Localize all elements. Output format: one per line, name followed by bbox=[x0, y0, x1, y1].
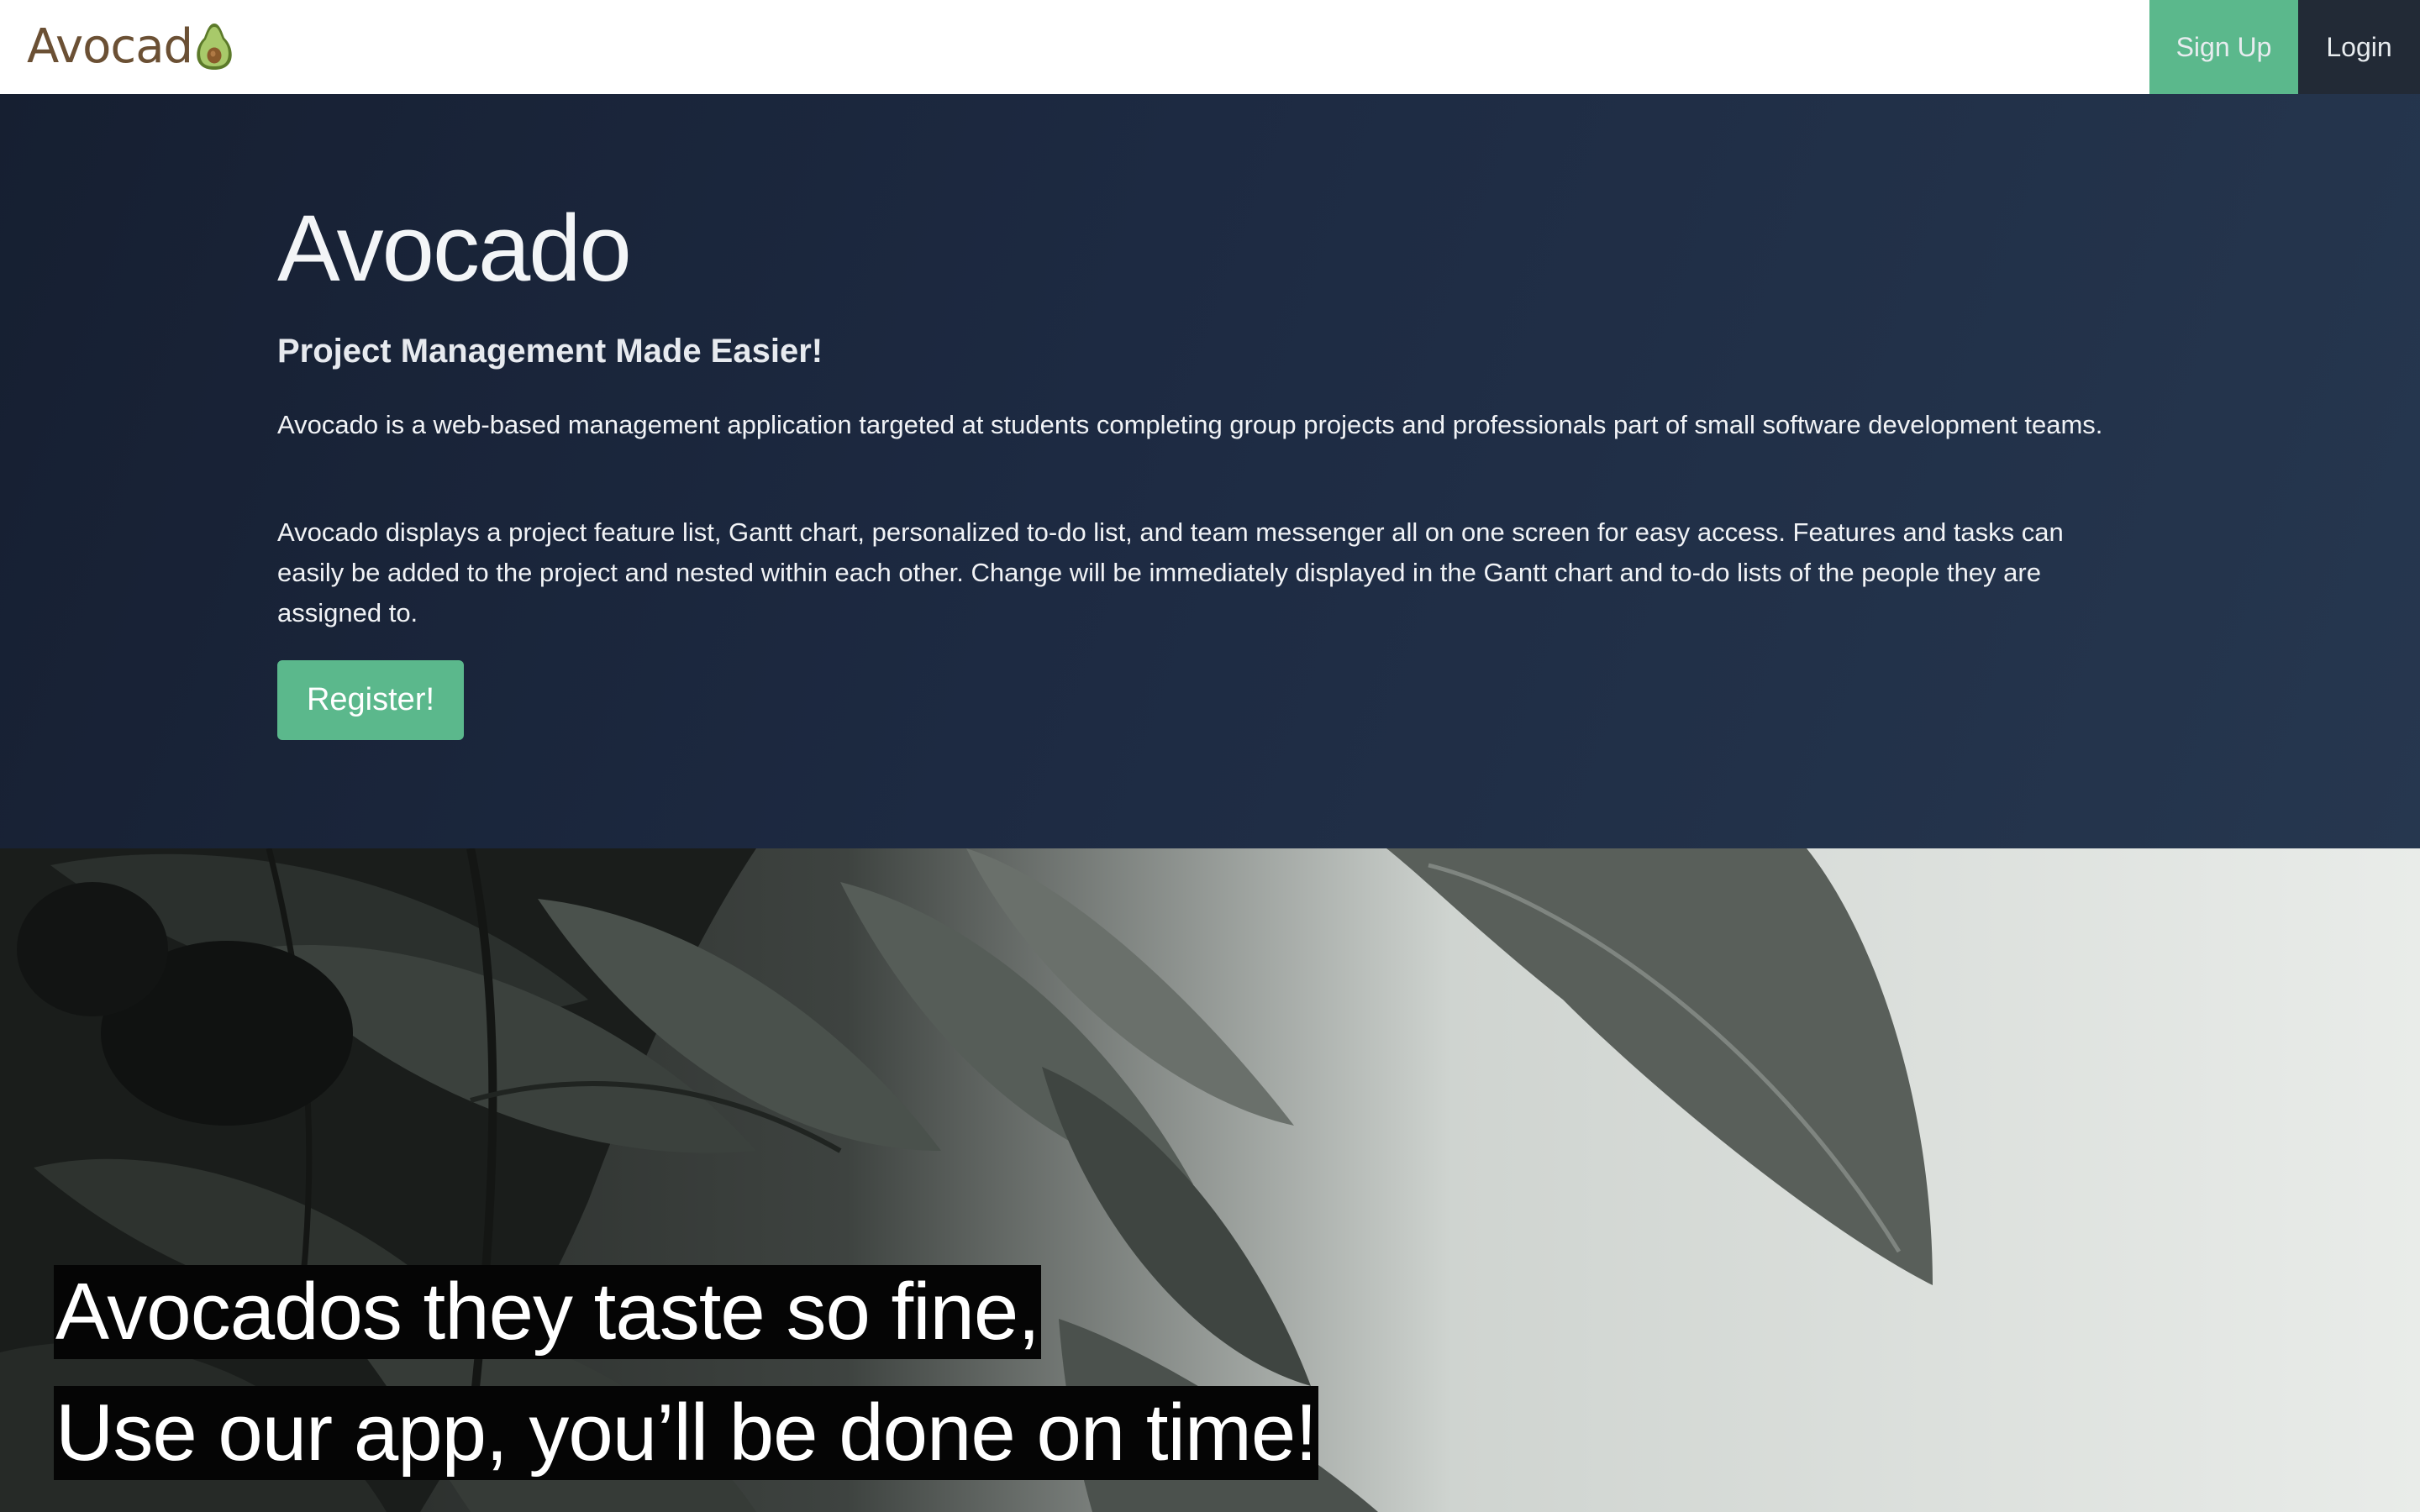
hero-section: Avocado Project Management Made Easier! … bbox=[0, 94, 2420, 848]
signup-button[interactable]: Sign Up bbox=[2149, 0, 2298, 94]
tagline-line-1: Avocados they taste so fine, bbox=[54, 1265, 1041, 1359]
avocado-icon bbox=[197, 24, 232, 70]
hero-description-1: Avocado is a web-based management applic… bbox=[277, 410, 2103, 439]
tagline-line-2: Use our app, you’ll be done on time! bbox=[54, 1386, 1318, 1480]
hero-title: Avocado bbox=[277, 196, 632, 301]
brand-name: Avocad bbox=[27, 19, 193, 74]
login-button[interactable]: Login bbox=[2298, 0, 2420, 94]
avocado-leaves-photo: Avocados they taste so fine, Use our app… bbox=[0, 848, 2420, 1512]
top-navbar: Avocad Sign Up Login bbox=[0, 0, 2420, 94]
register-button[interactable]: Register! bbox=[277, 660, 464, 740]
brand-link[interactable]: Avocad bbox=[27, 20, 234, 74]
hero-description-2: Avocado displays a project feature list,… bbox=[277, 517, 2064, 627]
hero-subtitle: Project Management Made Easier! bbox=[277, 333, 823, 370]
